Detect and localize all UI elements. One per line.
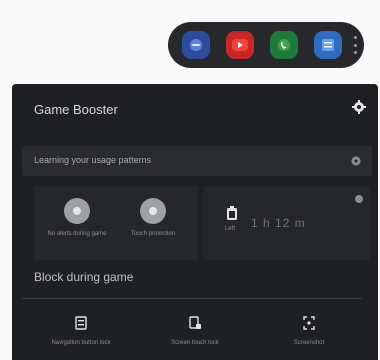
info-icon[interactable] [354, 194, 364, 204]
screen-touch-lock-item[interactable]: Screen touch lock [150, 316, 240, 346]
navigation-button-label: Navigation button lock [51, 340, 111, 346]
no-alerts-label: No alerts during game [47, 231, 107, 237]
block-during-game-heading: Block during game [34, 270, 134, 284]
panel-title: Game Booster [34, 102, 118, 117]
battery-card: Left 1 h 12 m [203, 186, 370, 260]
screenshot-icon [303, 316, 315, 330]
battery-icon [227, 206, 237, 220]
screenshot-item[interactable]: Screenshot [264, 316, 354, 346]
calculator-icon[interactable] [314, 31, 342, 59]
divider [22, 298, 362, 299]
game-launcher-icon[interactable] [182, 31, 210, 59]
screen-touch-lock-label: Screen touch lock [171, 340, 219, 346]
toggles-card: No alerts during game Touch protection [34, 186, 198, 260]
battery-label: Left [225, 226, 236, 232]
no-alerts-toggle[interactable] [64, 198, 90, 224]
more-options-icon[interactable] [354, 36, 358, 54]
game-booster-panel: Game Booster Learning your usage pattern… [12, 84, 378, 360]
game-apps-bar [168, 22, 364, 68]
lock-icon [149, 207, 157, 215]
screen-lock-icon [189, 316, 201, 329]
screen: Game Booster Learning your usage pattern… [0, 0, 380, 360]
usage-pattern-notice[interactable]: Learning your usage patterns [22, 146, 372, 176]
battery-time: 1 h 12 m [251, 216, 306, 230]
screenshot-label: Screenshot [293, 340, 325, 346]
navigation-button-icon [75, 316, 87, 330]
touch-protection-label: Touch protection [130, 231, 176, 237]
navigation-button-lock-item[interactable]: Navigation button lock [36, 316, 126, 346]
whatsapp-icon[interactable] [270, 31, 298, 59]
notice-text: Learning your usage patterns [34, 155, 152, 165]
touch-protection-toggle[interactable] [140, 198, 166, 224]
info-icon [351, 156, 361, 166]
youtube-icon[interactable] [226, 31, 254, 59]
gear-icon[interactable] [352, 100, 366, 114]
bell-off-icon [73, 207, 81, 215]
